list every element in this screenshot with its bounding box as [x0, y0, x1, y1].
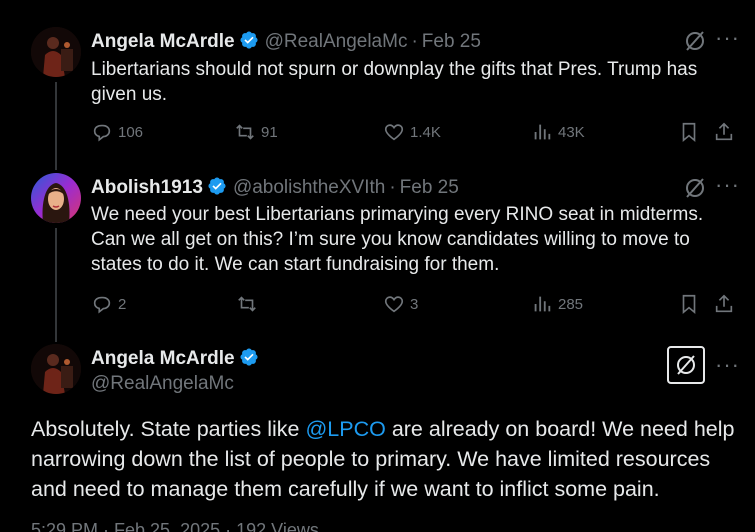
grok-icon[interactable] — [683, 29, 707, 53]
reply-count: 106 — [118, 123, 144, 141]
reply-count: 2 — [118, 295, 127, 313]
grok-button[interactable] — [667, 346, 705, 384]
tweet-header: Angela McArdle — [91, 347, 259, 370]
author-name[interactable]: Angela McArdle — [91, 31, 235, 52]
avatar-image — [31, 173, 81, 223]
verified-badge-icon — [240, 31, 258, 49]
reply-icon — [93, 124, 111, 142]
author-name[interactable]: Abolish1913 — [91, 177, 203, 198]
author-handle[interactable]: @RealAngelaMc — [91, 373, 234, 395]
like-count: 3 — [410, 295, 419, 313]
grok-icon — [677, 355, 695, 375]
like-icon — [384, 124, 404, 141]
reply-icon — [93, 296, 111, 314]
tweet-text: Libertarians should not spurn or downpla… — [91, 59, 698, 105]
like-count: 1.4K — [410, 123, 441, 141]
separator: · — [411, 31, 418, 52]
views-icon — [534, 296, 551, 312]
tweet-date[interactable]: Feb 25 — [422, 31, 481, 52]
repost-button[interactable] — [236, 293, 258, 315]
tweet-date[interactable]: Feb 25 — [400, 177, 459, 198]
thread-line — [55, 228, 57, 342]
reply-button[interactable]: 106 — [91, 121, 143, 143]
like-button[interactable]: 1.4K — [383, 121, 441, 143]
tweet-1[interactable]: Angela McArdle @RealAngelaMc · Feb 25 ··· L… — [0, 0, 755, 170]
reply-button[interactable]: 2 — [91, 293, 126, 315]
avatar[interactable] — [31, 173, 81, 223]
tweet-2[interactable]: Abolish1913 @abolishtheXVIth · Feb 25 ··· W… — [0, 170, 755, 342]
grok-icon[interactable] — [683, 176, 707, 200]
share-icon — [715, 122, 733, 141]
tweet-text-part: Absolutely. State parties like — [31, 417, 306, 441]
repost-icon — [236, 124, 254, 140]
avatar-image — [31, 344, 81, 394]
avatar[interactable] — [31, 27, 81, 77]
share-button[interactable] — [713, 293, 735, 315]
bookmark-button[interactable] — [678, 293, 700, 315]
share-icon — [715, 294, 733, 313]
tweet-header: Abolish1913 @abolishtheXVIth · Feb 25 — [91, 176, 459, 199]
author-handle[interactable]: @RealAngelaMc — [265, 31, 408, 52]
author-handle[interactable]: @abolishtheXVIth — [233, 177, 385, 198]
bookmark-button[interactable] — [678, 121, 700, 143]
repost-icon — [238, 296, 256, 312]
repost-button[interactable]: 91 — [234, 121, 278, 143]
separator: · — [389, 177, 396, 198]
mention-link[interactable]: @LPCO — [305, 417, 385, 441]
views-button[interactable]: 43K — [531, 121, 585, 143]
avatar-image — [31, 27, 81, 77]
more-icon[interactable]: ··· — [715, 354, 739, 383]
bookmark-icon — [682, 294, 696, 315]
tweet-actions: 2 3 285 — [91, 293, 741, 317]
avatar[interactable] — [31, 344, 81, 394]
verified-badge-icon — [240, 348, 258, 366]
bookmark-icon — [682, 122, 696, 143]
tweet-text: Absolutely. State parties like @LPCO are… — [31, 414, 751, 504]
main-tweet: Angela McArdle @RealAngelaMc ··· Absolut… — [0, 342, 755, 532]
author-name[interactable]: Angela McArdle — [91, 348, 235, 369]
tweet-text: We need your best Libertarians primaryin… — [91, 204, 704, 275]
tweet-timestamp[interactable]: 5:29 PM · Feb 25, 2025 · 192 Views — [31, 520, 319, 532]
like-icon — [384, 296, 404, 313]
views-count: 285 — [558, 295, 584, 313]
more-icon[interactable]: ··· — [715, 174, 739, 203]
views-button[interactable]: 285 — [531, 293, 583, 315]
views-icon — [534, 124, 551, 140]
repost-count: 91 — [261, 123, 278, 141]
verified-badge-icon — [208, 177, 226, 195]
thread-line — [55, 82, 57, 170]
more-icon[interactable]: ··· — [715, 27, 739, 56]
like-button[interactable]: 3 — [383, 293, 418, 315]
share-button[interactable] — [713, 121, 735, 143]
tweet-actions: 106 91 1.4K 43K — [91, 121, 741, 145]
tweet-header: Angela McArdle @RealAngelaMc · Feb 25 — [91, 30, 481, 53]
views-count: 43K — [558, 123, 585, 141]
